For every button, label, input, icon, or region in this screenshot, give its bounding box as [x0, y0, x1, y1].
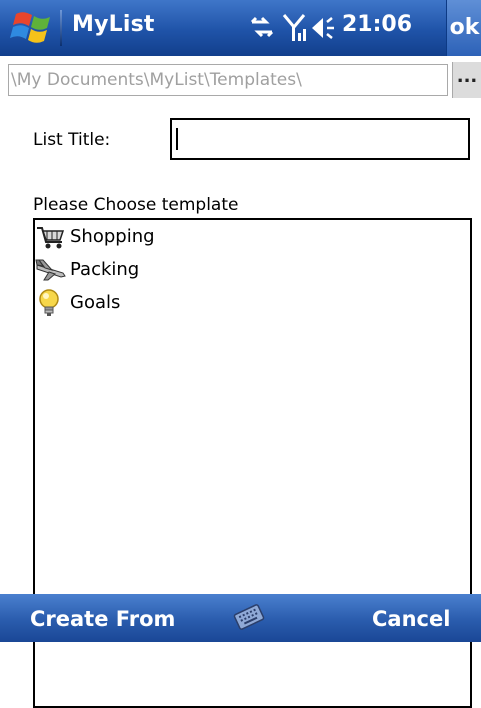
create-from-button[interactable]: Create From	[30, 607, 175, 631]
lightbulb-icon	[35, 288, 67, 318]
volume-icon[interactable]	[310, 13, 340, 47]
path-field[interactable]: \My Documents\MyList\Templates\	[8, 64, 448, 96]
template-item-label: Goals	[70, 292, 121, 313]
template-item-goals[interactable]: Goals	[35, 286, 470, 319]
template-item-label: Shopping	[70, 226, 155, 247]
windows-start-icon[interactable]	[8, 8, 54, 48]
choose-template-label: Please Choose template	[33, 195, 239, 215]
ok-button[interactable]: ok	[446, 0, 481, 56]
template-item-label: Packing	[70, 259, 140, 280]
softkey-bar: Create From Cancel	[0, 594, 481, 642]
list-title-label: List Title:	[33, 130, 111, 150]
cancel-button[interactable]: Cancel	[372, 607, 450, 631]
browse-button[interactable]: ...	[452, 62, 481, 98]
airplane-icon	[35, 255, 67, 285]
path-bar: \My Documents\MyList\Templates\ ...	[0, 62, 481, 100]
connectivity-icon[interactable]	[248, 13, 276, 45]
keyboard-icon[interactable]	[233, 602, 265, 632]
shopping-cart-icon	[35, 222, 67, 252]
title-separator	[60, 10, 62, 46]
signal-icon[interactable]	[282, 13, 308, 47]
title-bar: MyList 21:06 ok	[0, 0, 481, 56]
template-item-shopping[interactable]: Shopping	[35, 220, 470, 253]
text-caret	[176, 128, 178, 150]
app-title: MyList	[72, 12, 155, 37]
list-title-input[interactable]	[170, 118, 470, 160]
clock[interactable]: 21:06	[342, 12, 412, 37]
template-item-packing[interactable]: Packing	[35, 253, 470, 286]
